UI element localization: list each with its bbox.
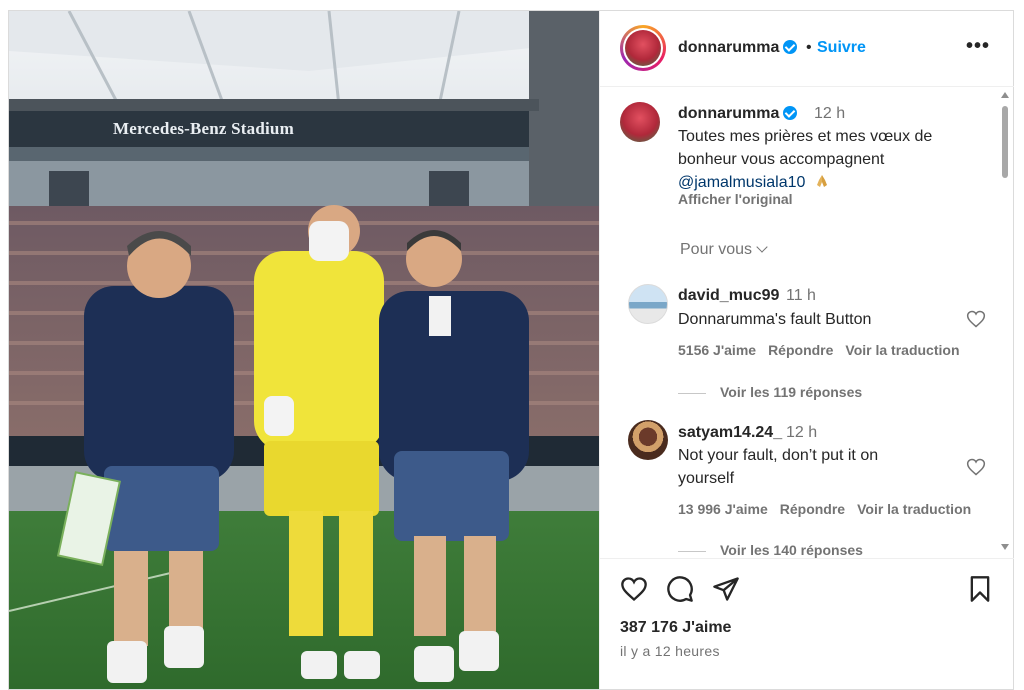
heart-icon[interactable] <box>620 575 648 603</box>
comment-like-heart-icon[interactable] <box>966 309 986 329</box>
follow-button[interactable]: Suivre <box>817 39 866 57</box>
comment-like-count[interactable]: 5156 J'aime <box>678 342 756 358</box>
translate-button[interactable]: Voir la traduction <box>845 342 959 358</box>
comment-icon[interactable] <box>666 575 694 603</box>
view-replies-button[interactable]: Voir les 119 réponses <box>678 384 862 400</box>
post-timestamp[interactable]: il y a 12 heures <box>620 643 720 659</box>
translate-button[interactable]: Voir la traduction <box>857 501 971 517</box>
caption-time[interactable]: 12 h <box>814 105 845 123</box>
comment-avatar[interactable] <box>628 284 668 324</box>
reply-button[interactable]: Répondre <box>780 501 845 517</box>
comment-sort-dropdown[interactable]: Pour vous <box>680 241 768 259</box>
post-like-count[interactable]: 387 176 J'aime <box>620 619 731 637</box>
caption-mention-link[interactable]: @jamalmusiala10 <box>678 174 805 191</box>
stadium-banner-text: Mercedes-Benz Stadium <box>113 119 294 138</box>
view-replies-label[interactable]: Voir les 119 réponses <box>720 384 862 400</box>
caption-username-text[interactable]: donnarumma <box>678 105 779 122</box>
verified-badge-icon <box>783 40 798 54</box>
post-side-panel: donnarumma • Suivre ••• donnarumma 12 h … <box>599 11 1014 689</box>
comment-username[interactable]: satyam14.24_ <box>678 424 782 442</box>
comment-username[interactable]: david_muc99 <box>678 287 779 305</box>
author-username-text[interactable]: donnarumma <box>678 39 779 56</box>
comment-sort-label[interactable]: Pour vous <box>680 241 752 258</box>
post-photo[interactable]: Mercedes-Benz Stadium <box>9 11 599 689</box>
comment-meta: 13 996 J'aime Répondre Voir la traduction <box>678 501 983 517</box>
post-header: donnarumma • Suivre ••• <box>600 11 1014 87</box>
scroll-down-arrow-icon[interactable] <box>1001 544 1009 550</box>
comment-like-heart-icon[interactable] <box>966 457 986 477</box>
caption-avatar[interactable] <box>620 102 660 142</box>
chevron-down-icon <box>756 241 768 253</box>
author-avatar[interactable] <box>620 25 666 71</box>
comment-avatar[interactable] <box>628 420 668 460</box>
post-actions: 387 176 J'aime il y a 12 heures <box>600 558 1014 689</box>
replies-divider <box>678 550 706 552</box>
caption-username[interactable]: donnarumma <box>678 105 798 123</box>
replies-divider <box>678 392 706 394</box>
post-modal: Mercedes-Benz Stadium donnarumma • Suivr… <box>8 10 1014 690</box>
more-options-icon[interactable]: ••• <box>966 35 990 58</box>
bookmark-icon[interactable] <box>966 575 994 603</box>
comment-time[interactable]: 12 h <box>786 424 817 442</box>
view-replies-label[interactable]: Voir les 140 réponses <box>720 542 863 558</box>
comment-text: Not your fault, don’t put it on yourself <box>678 447 879 487</box>
comments-scrollbar[interactable] <box>1000 88 1010 558</box>
author-username[interactable]: donnarumma <box>678 39 798 57</box>
comment-like-count[interactable]: 13 996 J'aime <box>678 501 768 517</box>
send-icon[interactable] <box>712 575 740 603</box>
verified-badge-icon <box>783 106 798 120</box>
scroll-up-arrow-icon[interactable] <box>1001 92 1009 98</box>
see-original-link[interactable]: Afficher l'original <box>678 191 793 207</box>
post-photo-illustration <box>9 11 599 689</box>
view-replies-button[interactable]: Voir les 140 réponses <box>678 542 863 558</box>
comment-time[interactable]: 11 h <box>786 287 816 305</box>
caption-text: Toutes mes prières et mes vœux de bonheu… <box>678 125 968 194</box>
folded-hands-icon <box>816 175 827 187</box>
header-separator: • <box>806 39 812 56</box>
comment-text: Donnarumma's fault Button <box>678 311 872 328</box>
scrollbar-thumb[interactable] <box>1002 106 1008 178</box>
reply-button[interactable]: Répondre <box>768 342 833 358</box>
caption-body: Toutes mes prières et mes vœux de bonheu… <box>678 128 933 168</box>
comment-meta: 5156 J'aime Répondre Voir la traduction <box>678 342 972 358</box>
comments-section[interactable]: donnarumma 12 h Toutes mes prières et me… <box>600 88 1014 558</box>
